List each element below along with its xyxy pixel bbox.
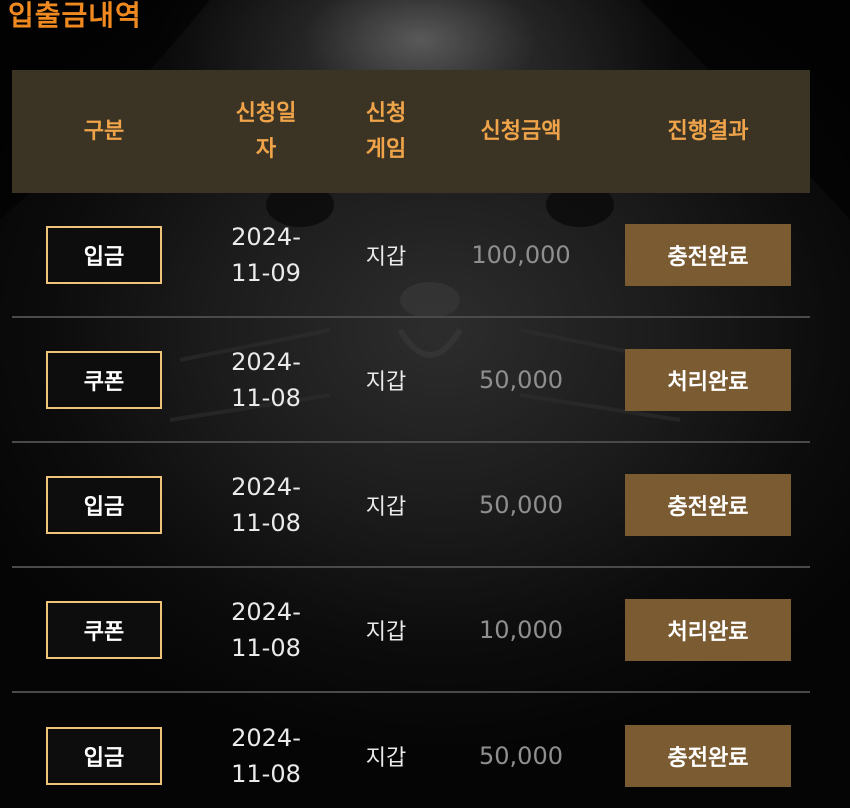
header-date-line1: 신청일 <box>235 100 297 126</box>
header-game-line1: 신청 <box>365 100 407 126</box>
status-button[interactable]: 처리완료 <box>625 598 791 661</box>
date-line2: 11-08 <box>231 633 301 662</box>
status-button[interactable]: 충전완료 <box>625 473 791 536</box>
table-row: 쿠폰 2024- 11-08 지갑 50,000 처리완료 <box>12 318 810 443</box>
table-row: 쿠폰 2024- 11-08 지갑 10,000 처리완료 <box>12 568 810 693</box>
date-line1: 2024- <box>231 222 301 251</box>
table-row: 입금 2024- 11-08 지갑 50,000 충전완료 <box>12 443 810 568</box>
date-cell: 2024- 11-08 <box>231 344 301 416</box>
date-cell: 2024- 11-09 <box>231 219 301 291</box>
date-line2: 11-08 <box>231 383 301 412</box>
amount-cell: 100,000 <box>471 240 571 269</box>
date-cell: 2024- 11-08 <box>231 594 301 666</box>
status-button[interactable]: 충전완료 <box>625 223 791 286</box>
game-cell: 지갑 <box>365 494 407 520</box>
amount-cell: 50,000 <box>479 490 563 519</box>
type-badge: 쿠폰 <box>46 350 162 409</box>
date-line2: 11-08 <box>231 759 301 788</box>
type-badge: 입금 <box>46 475 162 534</box>
type-badge: 입금 <box>46 225 162 284</box>
header-date-line2: 자 <box>255 136 277 162</box>
type-badge: 입금 <box>46 726 162 785</box>
header-amount: 신청금액 <box>480 118 562 144</box>
amount-cell: 50,000 <box>479 365 563 394</box>
game-cell: 지갑 <box>365 619 407 645</box>
game-cell: 지갑 <box>365 745 407 771</box>
date-line2: 11-09 <box>231 258 301 287</box>
header-game-line2: 게임 <box>365 136 407 162</box>
transaction-history-table: 구분 신청일 자 신청 게임 신청금액 진행결과 입금 2024- 11-09 지… <box>12 70 810 808</box>
table-row: 입금 2024- 11-08 지갑 50,000 충전완료 <box>12 693 810 808</box>
header-type: 구분 <box>83 118 125 144</box>
date-line1: 2024- <box>231 723 301 752</box>
date-cell: 2024- 11-08 <box>231 720 301 792</box>
game-cell: 지갑 <box>365 244 407 270</box>
table-header: 구분 신청일 자 신청 게임 신청금액 진행결과 <box>12 70 810 193</box>
page-title: 입출금내역 <box>8 0 142 32</box>
date-line1: 2024- <box>231 597 301 626</box>
game-cell: 지갑 <box>365 369 407 395</box>
amount-cell: 50,000 <box>479 741 563 770</box>
header-game: 신청 게임 <box>336 96 436 168</box>
date-line1: 2024- <box>231 347 301 376</box>
date-line1: 2024- <box>231 472 301 501</box>
status-button[interactable]: 충전완료 <box>625 724 791 787</box>
date-cell: 2024- 11-08 <box>231 469 301 541</box>
header-date: 신청일 자 <box>196 96 336 168</box>
amount-cell: 10,000 <box>479 615 563 644</box>
header-result: 진행결과 <box>667 118 749 144</box>
table-row: 입금 2024- 11-09 지갑 100,000 충전완료 <box>12 193 810 318</box>
status-button[interactable]: 처리완료 <box>625 348 791 411</box>
date-line2: 11-08 <box>231 508 301 537</box>
type-badge: 쿠폰 <box>46 600 162 659</box>
